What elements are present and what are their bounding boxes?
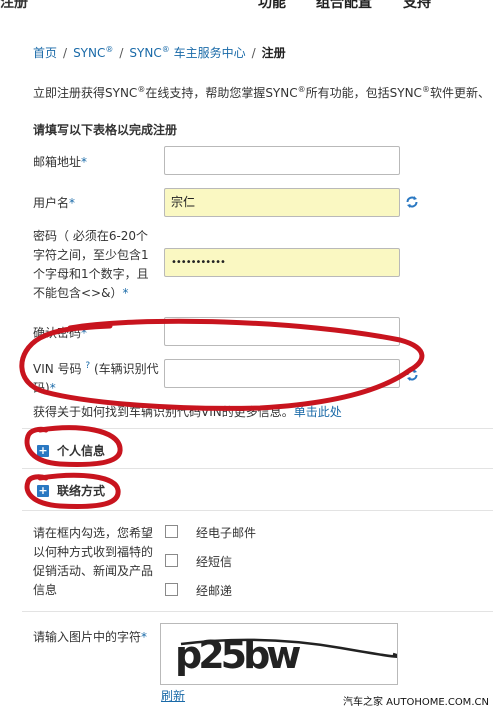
- captcha-image: p25bw: [160, 623, 402, 685]
- help-icon[interactable]: ?: [85, 361, 90, 371]
- email-pref-checkbox[interactable]: [165, 525, 178, 538]
- email-field[interactable]: [164, 146, 400, 175]
- watermark: 汽车之家 AUTOHOME.COM.CN: [343, 697, 489, 708]
- plus-icon: +: [37, 443, 49, 457]
- divider: [22, 611, 493, 612]
- breadcrumb-home[interactable]: 首页: [33, 46, 57, 60]
- confirm-password-field[interactable]: [164, 317, 400, 346]
- personal-info-toggle[interactable]: + 个人信息: [37, 442, 105, 459]
- password-label: 密码（ 必须在6-20个 字符之间，至少包含1 个字母和1个数字，且 不能包含<…: [33, 229, 149, 300]
- breadcrumb-sync[interactable]: SYNC®: [73, 45, 113, 60]
- contact-info-toggle[interactable]: + 联络方式: [37, 482, 105, 499]
- email-pref-label: 经电子邮件: [196, 526, 257, 540]
- email-label: 邮箱地址*: [33, 155, 88, 169]
- username-field[interactable]: 宗仁: [164, 188, 400, 217]
- breadcrumb: 首页 / SYNC® / SYNC® 车主服务中心 / 注册: [33, 45, 286, 60]
- vin-label: VIN 号码 ? (车辆识别代 码)*: [33, 361, 159, 395]
- nav-item-support[interactable]: 支持: [403, 0, 431, 12]
- divider: [22, 468, 493, 469]
- breadcrumb-current: 注册: [261, 46, 286, 60]
- divider: [22, 428, 493, 429]
- refresh-icon[interactable]: [405, 195, 419, 209]
- sms-pref-checkbox[interactable]: [165, 554, 178, 567]
- sms-pref-label: 经短信: [196, 555, 233, 569]
- plus-icon: +: [37, 483, 49, 497]
- captcha-label: 请输入图片中的字符*: [33, 630, 148, 644]
- password-field[interactable]: •••••••••••: [164, 248, 400, 277]
- mail-pref-label: 经邮递: [196, 584, 233, 598]
- contact-pref-label: 请在框内勾选，您希望 以何种方式收到福特的 促销活动、新闻及产品 信息: [33, 526, 154, 597]
- top-nav: 注册 功能 组合配置 支持: [0, 0, 493, 11]
- vin-hint: 获得关于如何找到车辆识别代码VIN的更多信息。单击此处: [33, 405, 342, 419]
- vin-field[interactable]: [164, 359, 400, 388]
- username-label: 用户名*: [33, 196, 76, 210]
- breadcrumb-sync-center[interactable]: SYNC® 车主服务中心: [129, 45, 245, 60]
- refresh-icon[interactable]: [405, 368, 419, 382]
- confirm-password-label: 确认密码*: [33, 326, 88, 340]
- nav-item-features[interactable]: 功能: [258, 0, 286, 12]
- page-header-title: 注册: [0, 0, 28, 11]
- nav-item-config[interactable]: 组合配置: [316, 0, 372, 12]
- intro-text: 立即注册获得SYNC®在线支持，帮助您掌握SYNC®所有功能，包括SYNC®软件…: [33, 85, 490, 100]
- mail-pref-checkbox[interactable]: [165, 583, 178, 596]
- captcha-refresh-link[interactable]: 刷新: [161, 687, 185, 704]
- divider: [22, 510, 493, 511]
- vin-help-link[interactable]: 单击此处: [294, 405, 342, 419]
- annotation-overlay: [19, 318, 425, 509]
- form-section-title: 请填写以下表格以完成注册: [33, 123, 178, 137]
